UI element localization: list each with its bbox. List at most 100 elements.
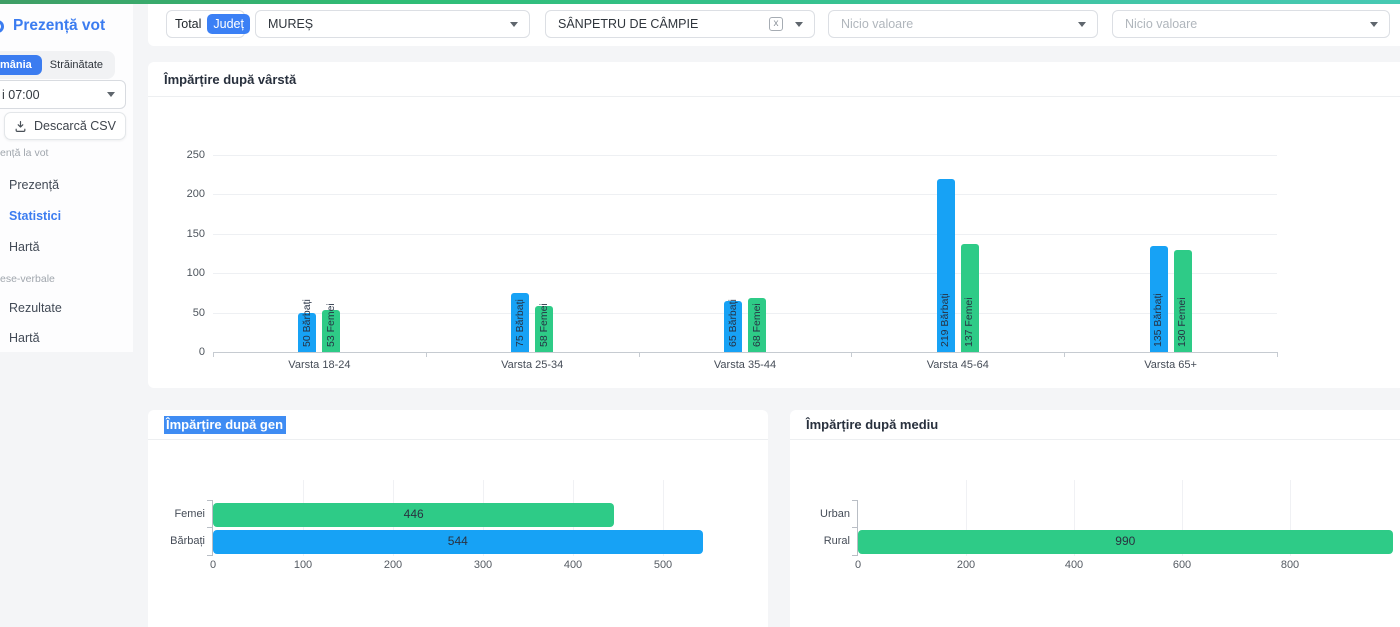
row-label: Urban xyxy=(790,508,850,520)
axis-tick xyxy=(852,555,857,556)
localitate-select-placeholder: Nicio valoare xyxy=(829,17,913,31)
sidebar-item-harta-prezenta[interactable]: Hartă xyxy=(9,240,40,254)
age-chart-card: Împărțire după vârstă 050100150200250Var… xyxy=(148,62,1400,388)
gridline xyxy=(213,194,1277,195)
sidebar-item-prezenta[interactable]: Prezență xyxy=(9,178,59,192)
age-chart-plot: 0 50 100 150 200 250 Varsta 18-24 50 Bărbați 53 … xyxy=(148,62,1400,388)
bar-value-label: 68 Femei xyxy=(751,303,764,347)
x-axis-category-label: Varsta 25-34 xyxy=(501,359,563,371)
axis-tick xyxy=(426,352,427,357)
gridline xyxy=(213,313,1277,314)
x-axis-category-label: Varsta 18-24 xyxy=(288,359,350,371)
axis-tick xyxy=(207,527,212,528)
download-csv-label: Descarcă CSV xyxy=(34,119,116,133)
gender-chart-card: Împărțire după gen 0100200300400500Femei… xyxy=(148,410,768,627)
x-axis-tick-label: 400 xyxy=(564,559,582,571)
row-label: Rural xyxy=(790,535,850,547)
bar-value-label: 50 Bărbați xyxy=(301,299,314,347)
judet-select-value: MUREȘ xyxy=(256,17,313,31)
page: Prezență vot mânia Străinătate i 07:00 D… xyxy=(0,0,1400,627)
nav-section-prezenta-la-vot: ență la vot xyxy=(0,147,48,159)
tab-strainatate[interactable]: Străinătate xyxy=(42,55,111,75)
y-axis-tick-label: 150 xyxy=(158,228,205,240)
time-select-value: i 07:00 xyxy=(2,88,40,102)
axis-tick xyxy=(207,500,212,501)
sectie-select-placeholder: Nicio valoare xyxy=(1113,17,1197,31)
x-axis-tick-label: 800 xyxy=(1281,559,1299,571)
x-axis-tick-label: 200 xyxy=(957,559,975,571)
bar-value-label: 135 Bărbați xyxy=(1152,293,1165,347)
bar-value-label: 219 Bărbați xyxy=(939,293,952,347)
nivel-toggle: Total Județ xyxy=(166,10,245,38)
row-label: Bărbați xyxy=(148,535,205,547)
y-axis-tick-label: 100 xyxy=(158,267,205,279)
x-axis-tick-label: 300 xyxy=(474,559,492,571)
y-axis-tick-label: 0 xyxy=(158,346,205,358)
x-axis-line xyxy=(213,352,1277,353)
app-title: Prezență vot xyxy=(13,17,105,35)
localitate-select[interactable]: Nicio valoare xyxy=(828,10,1098,38)
y-axis-tick-label: 50 xyxy=(158,307,205,319)
tab-romania[interactable]: mânia xyxy=(0,55,42,75)
gridline xyxy=(213,234,1277,235)
chevron-down-icon xyxy=(107,92,115,97)
bar-value-label: 130 Femei xyxy=(1176,297,1189,347)
axis-tick xyxy=(852,527,857,528)
download-csv-button[interactable]: Descarcă CSV xyxy=(4,112,126,140)
x-axis-tick-label: 0 xyxy=(855,559,861,571)
axis-tick xyxy=(852,500,857,501)
bar-value-label: 53 Femei xyxy=(325,303,338,347)
gender-chart-plot: 0 100 200 300 400 500 Femei 446 Bărbați 544 xyxy=(148,410,768,627)
x-axis-category-label: Varsta 45-64 xyxy=(927,359,989,371)
axis-tick xyxy=(207,555,212,556)
x-axis-tick-label: 500 xyxy=(654,559,672,571)
judet-select[interactable]: MUREȘ xyxy=(255,10,530,38)
sectie-select[interactable]: Nicio valoare xyxy=(1112,10,1390,38)
bar-value-label: 137 Femei xyxy=(963,297,976,347)
sidebar-item-rezultate[interactable]: Rezultate xyxy=(9,301,62,315)
nav-section-procese-verbale: ese-verbale xyxy=(0,273,55,285)
axis-tick xyxy=(213,352,214,357)
axis-tick xyxy=(851,352,852,357)
clear-icon[interactable]: x xyxy=(769,17,783,31)
x-axis-tick-label: 100 xyxy=(294,559,312,571)
uat-select[interactable]: SÂNPETRU DE CÂMPIE x xyxy=(545,10,815,38)
x-axis-category-label: Varsta 65+ xyxy=(1144,359,1197,371)
sidebar-item-statistici[interactable]: Statistici xyxy=(9,209,61,223)
x-axis-tick-label: 400 xyxy=(1065,559,1083,571)
download-icon xyxy=(14,120,27,133)
sidebar: Prezență vot mânia Străinătate i 07:00 D… xyxy=(0,0,133,352)
app-logo-icon xyxy=(0,20,4,33)
y-axis-tick-label: 250 xyxy=(158,149,205,161)
bar-value-label: 65 Bărbați xyxy=(727,299,740,347)
bar-value-label: 58 Femei xyxy=(538,303,551,347)
chevron-down-icon xyxy=(1370,22,1378,27)
time-select[interactable]: i 07:00 xyxy=(0,80,126,109)
axis-tick xyxy=(1064,352,1065,357)
nivel-option-judet[interactable]: Județ xyxy=(207,14,250,34)
axis-tick xyxy=(1277,352,1278,357)
bar-value-label: 446 xyxy=(404,507,424,521)
x-axis-category-label: Varsta 35-44 xyxy=(714,359,776,371)
x-axis-tick-label: 0 xyxy=(210,559,216,571)
y-axis-tick-label: 200 xyxy=(158,188,205,200)
gridline xyxy=(213,155,1277,156)
bar-value-label: 544 xyxy=(448,534,468,548)
top-accent-bar xyxy=(0,0,1400,4)
row-label: Femei xyxy=(148,508,205,520)
chevron-down-icon xyxy=(510,22,518,27)
x-axis-tick-label: 200 xyxy=(384,559,402,571)
chevron-down-icon xyxy=(1078,22,1086,27)
x-axis-tick-label: 600 xyxy=(1173,559,1191,571)
sidebar-item-harta-rezultate[interactable]: Hartă xyxy=(9,331,40,345)
bar-value-label: 75 Bărbați xyxy=(514,299,527,347)
environment-chart-plot: 0 200 400 600 800 Urban Rural 990 xyxy=(790,410,1400,627)
axis-tick xyxy=(639,352,640,357)
nivel-option-total[interactable]: Total xyxy=(169,14,207,34)
bar-value-label: 990 xyxy=(1115,534,1135,548)
chevron-down-icon xyxy=(795,22,803,27)
environment-chart-card: Împărțire după mediu 0200400600800UrbanR… xyxy=(790,410,1400,627)
filter-bar: NIVEL JUDEȚ UAT LOCALITATE SECȚIE Total … xyxy=(148,0,1400,46)
country-tabs: mânia Străinătate xyxy=(0,51,115,79)
uat-select-value: SÂNPETRU DE CÂMPIE xyxy=(546,17,698,31)
